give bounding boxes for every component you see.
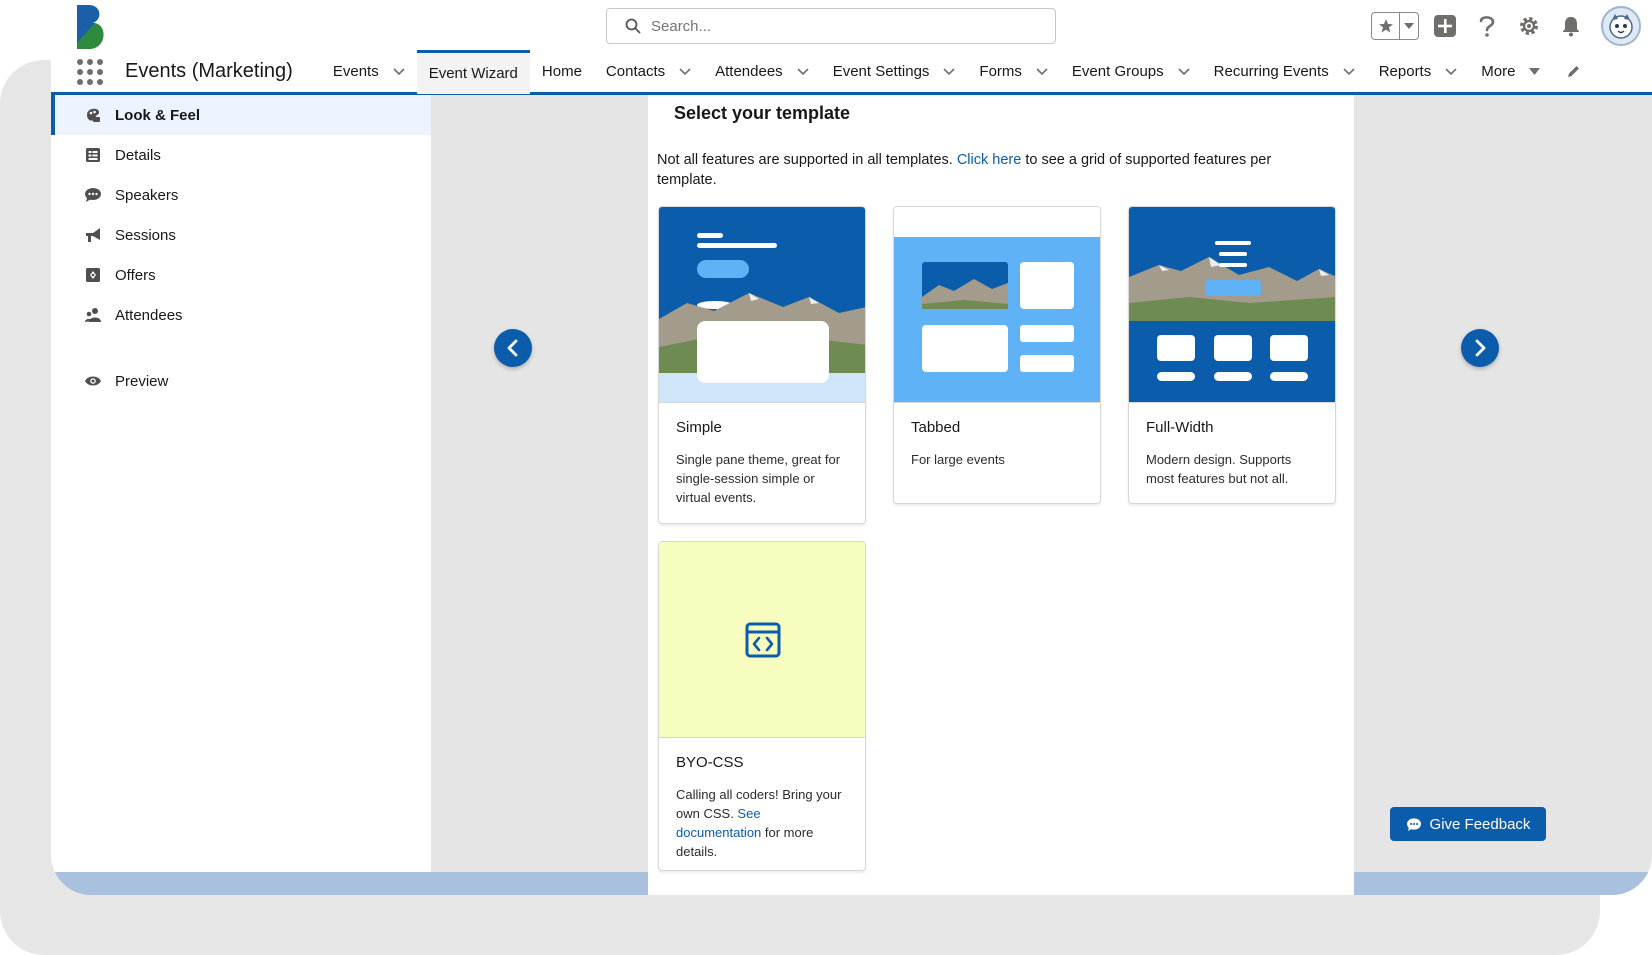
nav-item-contacts[interactable]: Contacts: [594, 50, 703, 94]
template-name: Tabbed: [911, 419, 961, 436]
help-icon[interactable]: [1471, 10, 1503, 42]
sidebar-item-attendees[interactable]: Attendees: [51, 295, 431, 335]
chevron-down-icon[interactable]: [393, 67, 405, 76]
carousel-next-button[interactable]: [1461, 329, 1499, 367]
template-desc: Modern design. Supports most features bu…: [1146, 452, 1292, 486]
chevron-down-icon[interactable]: [679, 67, 691, 76]
sidebar-item-sessions[interactable]: Sessions: [51, 215, 431, 255]
sidebar-item-details[interactable]: Details: [51, 135, 431, 175]
template-desc: Calling all coders! Bring your own CSS. …: [676, 787, 842, 859]
nav-item-attendees[interactable]: Attendees: [703, 50, 821, 94]
star-icon[interactable]: [1372, 13, 1400, 39]
nav-item-recurring-events[interactable]: Recurring Events: [1202, 50, 1367, 94]
template-desc: Single pane theme, great for single-sess…: [676, 452, 841, 505]
carousel-prev-button[interactable]: [494, 329, 532, 367]
favorites-dropdown-icon[interactable]: [1400, 23, 1418, 29]
details-icon: [83, 147, 103, 163]
simple-template-thumbnail: [659, 207, 865, 403]
template-description: Not all features are supported in all te…: [657, 152, 1272, 188]
app-launcher-icon[interactable]: [77, 58, 103, 85]
chevron-down-icon[interactable]: [797, 67, 809, 76]
chevron-down-icon[interactable]: [943, 67, 955, 76]
nav-item-more[interactable]: More: [1469, 50, 1552, 94]
template-card-full-width[interactable]: Full-Width Modern design. Supports most …: [1128, 206, 1336, 504]
template-name: Simple: [676, 419, 722, 436]
people-icon: [83, 307, 103, 323]
add-icon[interactable]: [1429, 10, 1461, 42]
template-card-byo-css[interactable]: BYO-CSS Calling all coders! Bring your o…: [658, 541, 866, 871]
template-name: Full-Width: [1146, 419, 1214, 436]
search-input[interactable]: [651, 17, 1031, 35]
offer-icon: [83, 267, 103, 283]
chevron-down-icon[interactable]: [1343, 67, 1355, 76]
avatar[interactable]: [1601, 6, 1641, 46]
nav-item-forms[interactable]: Forms: [967, 50, 1060, 94]
caret-down-icon[interactable]: [1529, 68, 1541, 75]
template-card-simple[interactable]: Simple Single pane theme, great for sing…: [658, 206, 866, 524]
header-actions: [1371, 6, 1641, 46]
full-width-template-thumbnail: [1129, 207, 1335, 403]
megaphone-icon: [83, 227, 103, 243]
gear-icon[interactable]: [1513, 10, 1545, 42]
nav-item-event-groups[interactable]: Event Groups: [1060, 50, 1202, 94]
nav-item-reports[interactable]: Reports: [1367, 50, 1470, 94]
code-icon: [745, 622, 781, 658]
sidebar-item-speakers[interactable]: Speakers: [51, 175, 431, 215]
global-search[interactable]: [606, 8, 1056, 44]
nav-item-event-settings[interactable]: Event Settings: [821, 50, 968, 94]
nav-item-home[interactable]: Home: [530, 50, 594, 94]
give-feedback-button[interactable]: Give Feedback: [1390, 807, 1546, 841]
feature-grid-link[interactable]: Click here: [957, 152, 1021, 168]
chevron-right-icon: [1475, 339, 1486, 357]
chevron-left-icon: [507, 339, 518, 357]
chat-icon: [83, 187, 103, 203]
eye-icon: [83, 375, 103, 387]
template-panel: Select your template Not all features ar…: [648, 95, 1354, 895]
global-header: [51, 0, 1652, 55]
wizard-sidebar: Look & Feel Details Speakers Sessions Of…: [51, 95, 431, 872]
sidebar-item-preview[interactable]: Preview: [51, 361, 431, 401]
palette-icon: [83, 106, 103, 124]
sidebar-item-offers[interactable]: Offers: [51, 255, 431, 295]
template-name: BYO-CSS: [676, 754, 744, 771]
tabbed-template-thumbnail: [894, 207, 1100, 403]
page-content: Look & Feel Details Speakers Sessions Of…: [51, 95, 1652, 895]
edit-nav-icon[interactable]: [1566, 64, 1581, 79]
company-logo[interactable]: [73, 3, 109, 51]
chevron-down-icon[interactable]: [1178, 67, 1190, 76]
app-navigation-bar: Events (Marketing) Events Event Wizard H…: [51, 49, 1652, 95]
app-window: Events (Marketing) Events Event Wizard H…: [51, 0, 1652, 895]
template-desc: For large events: [911, 452, 1005, 467]
nav-item-events[interactable]: Events: [321, 50, 417, 94]
app-name: Events (Marketing): [125, 60, 293, 82]
chat-icon: [1406, 817, 1421, 831]
nav-item-event-wizard[interactable]: Event Wizard: [416, 49, 530, 94]
page-title: Select your template: [674, 103, 851, 123]
sidebar-item-look-and-feel[interactable]: Look & Feel: [51, 95, 431, 135]
chevron-down-icon[interactable]: [1445, 67, 1457, 76]
favorites-button[interactable]: [1371, 12, 1419, 40]
byo-css-template-thumbnail: [659, 542, 865, 738]
bell-icon[interactable]: [1555, 10, 1587, 42]
search-icon: [625, 18, 641, 34]
template-card-tabbed[interactable]: Tabbed For large events: [893, 206, 1101, 504]
chevron-down-icon[interactable]: [1036, 67, 1048, 76]
